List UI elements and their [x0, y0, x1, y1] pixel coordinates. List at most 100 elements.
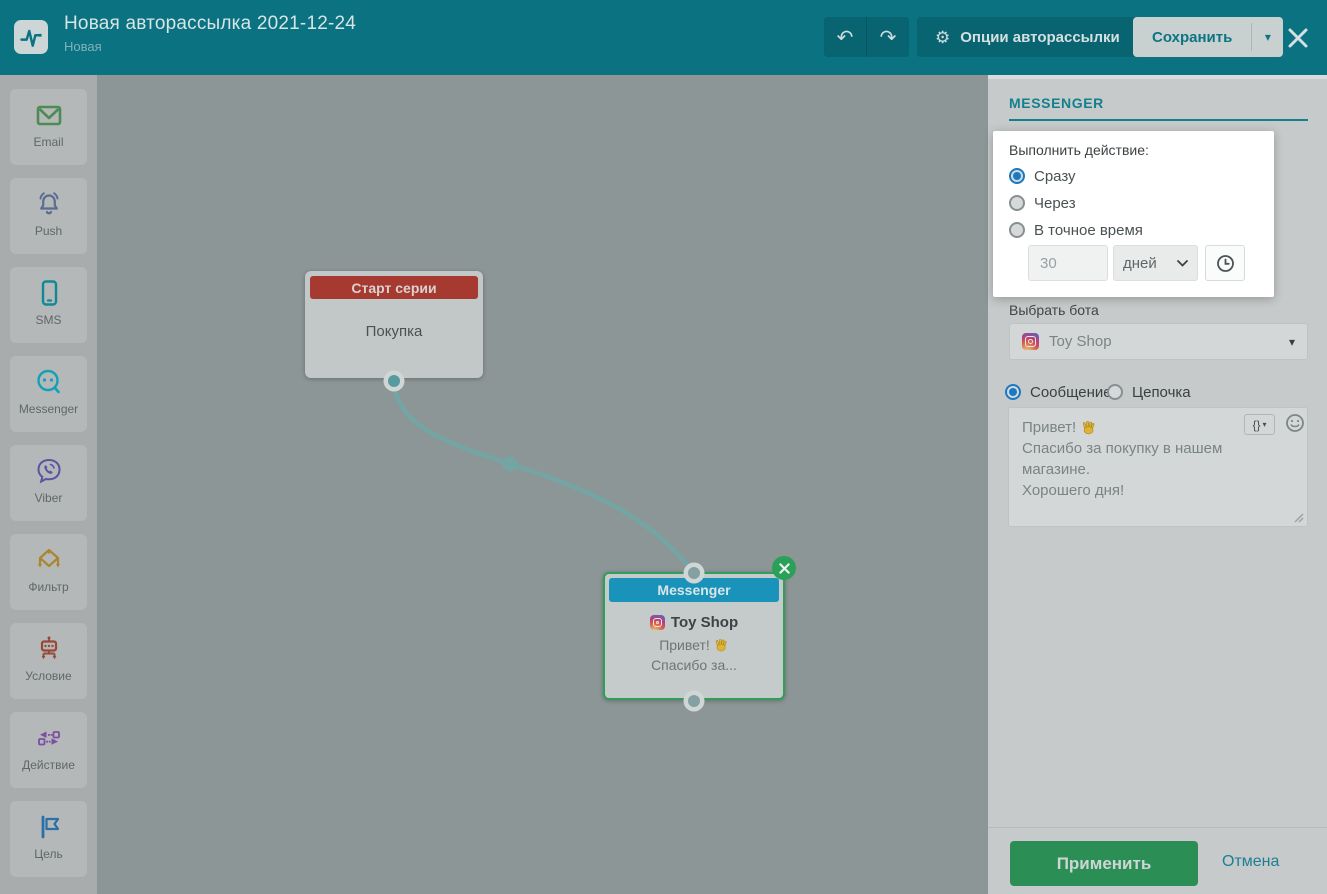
goal-flag-icon	[34, 812, 64, 842]
start-node-body: Покупка	[305, 323, 483, 340]
bot-select[interactable]: Toy Shop ▾	[1009, 323, 1308, 360]
clock-icon	[1216, 254, 1235, 273]
sms-phone-icon	[34, 278, 64, 308]
sidebar-item-label: Фильтр	[28, 580, 68, 594]
start-node-header: Старт серии	[310, 276, 478, 299]
save-button[interactable]: Сохранить	[1133, 17, 1251, 57]
sidebar-item-sms[interactable]: SMS	[10, 267, 87, 343]
sidebar-item-action[interactable]: Действие	[10, 712, 87, 788]
action-timing-label: Выполнить действие:	[1009, 142, 1258, 158]
app-logo	[14, 20, 48, 54]
caret-down-icon: ▾	[1263, 420, 1267, 429]
message-greeting: Привет!	[1022, 417, 1076, 438]
divider	[988, 827, 1327, 828]
gear-icon: ⚙	[935, 29, 950, 46]
sidebar-item-messenger[interactable]: Messenger	[10, 356, 87, 432]
sidebar-item-label: Messenger	[19, 402, 78, 416]
waving-hand-icon	[714, 638, 729, 653]
variables-braces-icon: {}	[1252, 418, 1260, 432]
autoflow-options-button[interactable]: ⚙ Опции авторассылки	[917, 17, 1138, 57]
waving-hand-icon	[1081, 420, 1097, 436]
instagram-icon	[1022, 333, 1039, 350]
pulse-logo-icon	[18, 24, 44, 50]
push-bell-icon	[34, 189, 64, 219]
undo-arrow-icon: ↶	[837, 25, 854, 50]
message-text-input[interactable]: Привет! Спасибо за покупку в нашем магаз…	[1008, 407, 1308, 527]
sidebar-item-label: Действие	[22, 758, 75, 772]
start-node[interactable]: Старт серии Покупка	[305, 271, 483, 378]
email-envelope-icon	[34, 100, 64, 130]
delay-unit-select[interactable]: дней	[1113, 245, 1198, 281]
radio-icon	[1005, 384, 1021, 400]
cancel-button[interactable]: Отмена	[1222, 853, 1279, 871]
exact-time-clock-button[interactable]	[1205, 245, 1245, 281]
connection-midpoint-dot	[503, 457, 518, 472]
save-split-button: Сохранить ▾	[1133, 17, 1283, 57]
close-editor-button[interactable]	[1286, 26, 1310, 50]
redo-arrow-icon: ↷	[880, 25, 897, 50]
radio-icon	[1009, 222, 1025, 238]
sidebar-item-goal[interactable]: Цель	[10, 801, 87, 877]
action-arrows-icon	[34, 723, 64, 753]
sidebar-item-label: Viber	[35, 491, 63, 505]
settings-panel: MESSENGER Выполнить действие: Сразу Чере…	[988, 75, 1327, 894]
messenger-node-preview: Спасибо за...	[605, 657, 783, 673]
radio-option-message[interactable]: Сообщение	[1005, 383, 1112, 401]
messenger-node-header: Messenger	[609, 578, 779, 602]
page-subtitle: Новая	[64, 39, 356, 54]
sidebar-item-viber[interactable]: Viber	[10, 445, 87, 521]
connection-line	[394, 383, 694, 573]
sidebar-item-label: Условие	[25, 669, 71, 683]
close-x-icon	[779, 563, 790, 574]
radio-icon	[1107, 384, 1123, 400]
flow-canvas[interactable]: Старт серии Покупка Messenger Toy Shop П…	[97, 75, 988, 894]
divider	[1009, 119, 1308, 121]
radio-option-exact-time[interactable]: В точное время	[1009, 221, 1258, 239]
sidebar-item-condition[interactable]: Условие	[10, 623, 87, 699]
select-bot-label: Выбрать бота	[1009, 302, 1099, 318]
messenger-node-greeting: Привет!	[659, 637, 710, 653]
sidebar-item-label: SMS	[35, 313, 61, 327]
instagram-icon	[650, 615, 665, 630]
radio-icon	[1009, 195, 1025, 211]
radio-option-after-delay[interactable]: Через	[1009, 194, 1258, 212]
sidebar-item-label: Цель	[34, 847, 62, 861]
page-title: Новая авторассылка 2021-12-24	[64, 13, 356, 35]
radio-option-immediately[interactable]: Сразу	[1009, 167, 1258, 185]
panel-title: MESSENGER	[1009, 95, 1104, 111]
connection-layer	[97, 75, 988, 894]
messenger-node-bot-name: Toy Shop	[671, 614, 738, 631]
viber-bubble-icon	[34, 456, 64, 486]
redo-button[interactable]: ↷	[867, 17, 909, 57]
emoji-picker-button[interactable]	[1285, 413, 1305, 433]
message-line: Хорошего дня!	[1022, 480, 1294, 501]
message-line: Спасибо за покупку в нашем	[1022, 438, 1294, 459]
condition-robot-icon	[34, 634, 64, 664]
autoflow-options-label: Опции авторассылки	[960, 29, 1120, 46]
tools-sidebar: Email Push SMS Messenger	[0, 75, 97, 894]
close-x-icon	[1286, 26, 1310, 50]
insert-variable-button[interactable]: {} ▾	[1244, 414, 1275, 435]
smiley-icon	[1285, 413, 1305, 433]
messenger-node[interactable]: Messenger Toy Shop Привет! Спасибо за...	[603, 572, 785, 700]
caret-down-icon: ▾	[1289, 335, 1295, 349]
topbar: Новая авторассылка 2021-12-24 Новая ↶ ↷ …	[0, 0, 1327, 75]
messenger-chat-icon	[34, 367, 64, 397]
delay-value-input[interactable]	[1028, 245, 1108, 281]
textarea-resize-handle[interactable]	[1294, 513, 1304, 523]
sidebar-item-label: Email	[33, 135, 63, 149]
sidebar-item-filter[interactable]: Фильтр	[10, 534, 87, 610]
sidebar-item-email[interactable]: Email	[10, 89, 87, 165]
bot-select-value: Toy Shop	[1049, 333, 1279, 350]
message-line: магазине.	[1022, 459, 1294, 480]
save-dropdown-button[interactable]: ▾	[1252, 17, 1283, 57]
action-timing-card: Выполнить действие: Сразу Через В точное…	[993, 131, 1274, 297]
sidebar-item-push[interactable]: Push	[10, 178, 87, 254]
apply-button[interactable]: Применить	[1010, 841, 1198, 886]
radio-icon	[1009, 168, 1025, 184]
undo-button[interactable]: ↶	[824, 17, 866, 57]
chevron-down-icon	[1177, 260, 1188, 267]
delete-node-button[interactable]	[772, 556, 796, 580]
radio-option-chain[interactable]: Цепочка	[1107, 383, 1191, 401]
sidebar-item-label: Push	[35, 224, 62, 238]
